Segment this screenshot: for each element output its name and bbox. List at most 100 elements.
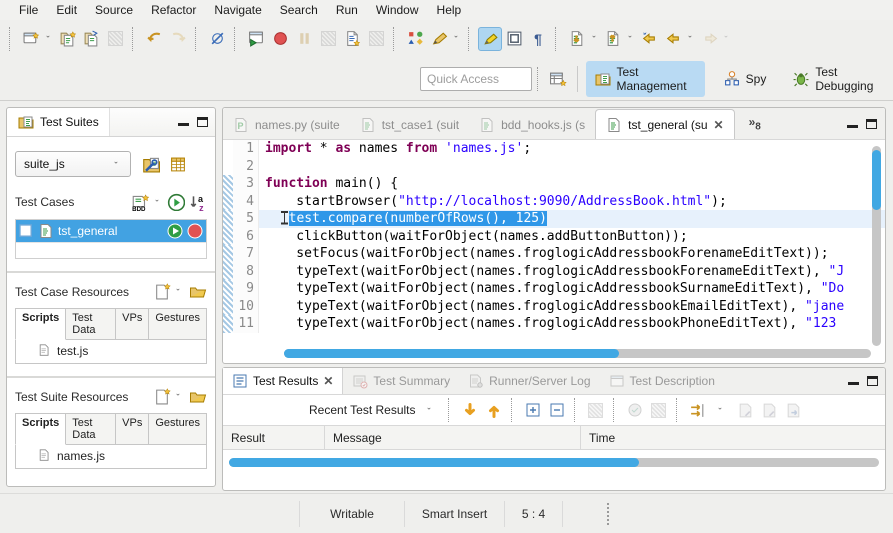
test-case-row-tst-general[interactable]: tst_general — [16, 220, 206, 242]
run-all-test-cases-icon[interactable] — [167, 193, 185, 211]
menu-edit[interactable]: Edit — [47, 1, 86, 19]
open-folder-icon[interactable] — [188, 284, 207, 300]
code-line-9[interactable]: 9 typeText(waitForObject(names.froglogic… — [223, 280, 885, 298]
object-map-button[interactable] — [403, 27, 427, 51]
resource-tab-vps[interactable]: VPs — [116, 413, 149, 445]
import-resource-button[interactable] — [565, 27, 589, 51]
resource-tab-gestures[interactable]: Gestures — [149, 308, 207, 340]
highlight-toggle-button[interactable] — [478, 27, 502, 51]
expand-all-icon[interactable] — [521, 398, 545, 422]
menu-source[interactable]: Source — [86, 1, 142, 19]
menu-search[interactable]: Search — [271, 1, 327, 19]
code-line-8[interactable]: 8 typeText(waitForObject(names.froglogic… — [223, 263, 885, 281]
recent-test-results-dropdown[interactable]: Recent Test Results — [309, 403, 416, 417]
vertical-scrollbar[interactable] — [872, 146, 881, 346]
editor-tab-bdd_hooks.js[interactable]: bdd_hooks.js (s — [469, 111, 595, 139]
minimize-icon[interactable] — [847, 119, 858, 128]
chevron-down-icon[interactable] — [175, 393, 184, 400]
results-tab-test-results[interactable]: Test Results✕ — [223, 368, 343, 394]
horizontal-scrollbar[interactable] — [284, 349, 871, 358]
maximize-icon[interactable] — [867, 376, 878, 386]
code-line-4[interactable]: 4 startBrowser("http://localhost:9090/Ad… — [223, 193, 885, 211]
results-tab-runner-server-log[interactable]: Runner/Server Log — [459, 368, 599, 394]
chevron-down-icon[interactable] — [43, 27, 55, 51]
record-test-case-icon[interactable] — [187, 223, 203, 239]
code-line-1[interactable]: 1import * as names from 'names.js'; — [223, 140, 885, 158]
back-button[interactable] — [661, 27, 685, 51]
new-bdd-test-case-icon[interactable]: BDD — [130, 193, 150, 211]
resource-tab-vps[interactable]: VPs — [116, 308, 149, 340]
resource-tab-scripts[interactable]: Scripts — [15, 308, 66, 340]
chevron-down-icon[interactable] — [625, 27, 637, 51]
code-line-7[interactable]: 7 setFocus(waitForObject(names.froglogic… — [223, 245, 885, 263]
perspective-test-management[interactable]: Test Management — [586, 61, 705, 97]
show-block-button[interactable] — [502, 27, 526, 51]
code-editor[interactable]: 1import * as names from 'names.js';23fun… — [223, 140, 885, 364]
test-case-resource-file[interactable]: test.js — [15, 340, 207, 364]
results-tab-test-description[interactable]: Test Description — [600, 368, 724, 394]
next-result-icon[interactable] — [458, 398, 482, 422]
run-test-case-icon[interactable] — [167, 223, 183, 239]
chevron-down-icon[interactable] — [589, 27, 601, 51]
code-line-5[interactable]: 5 test.compare(numberOfRows(), 125) — [223, 210, 885, 228]
export-resource-button[interactable] — [601, 27, 625, 51]
code-line-10[interactable]: 10 typeText(waitForObject(names.froglogi… — [223, 298, 885, 316]
quick-access-input[interactable] — [420, 67, 532, 91]
copy-test-case-button[interactable] — [79, 27, 103, 51]
new-resource-icon[interactable] — [153, 388, 171, 405]
menu-window[interactable]: Window — [367, 1, 428, 19]
resource-tab-scripts[interactable]: Scripts — [15, 413, 66, 445]
menu-refactor[interactable]: Refactor — [142, 1, 205, 19]
code-line-2[interactable]: 2 — [223, 158, 885, 176]
new-resource-icon[interactable] — [153, 283, 171, 300]
perspective-test-debugging[interactable]: Test Debugging — [784, 61, 893, 97]
chevron-down-icon[interactable] — [175, 288, 184, 295]
editor-tab-tst_general[interactable]: tst_general (su✕ — [595, 109, 734, 139]
column-header-time[interactable]: Time — [581, 426, 885, 449]
filter-icon[interactable] — [686, 398, 710, 422]
new-test-suite-button[interactable] — [19, 27, 43, 51]
close-icon[interactable]: ✕ — [714, 118, 724, 132]
suite-settings-icon[interactable] — [141, 155, 160, 173]
resource-tab-gestures[interactable]: Gestures — [149, 413, 207, 445]
results-horizontal-scrollbar[interactable] — [229, 458, 879, 467]
menu-navigate[interactable]: Navigate — [205, 1, 270, 19]
prev-result-icon[interactable] — [482, 398, 506, 422]
code-line-11[interactable]: 11 typeText(waitForObject(names.froglogi… — [223, 315, 885, 333]
editor-tab-tst_case1[interactable]: tst_case1 (suit — [350, 111, 469, 139]
column-header-message[interactable]: Message — [325, 426, 581, 449]
menu-file[interactable]: File — [10, 1, 47, 19]
maximize-icon[interactable] — [866, 119, 877, 129]
column-header-result[interactable]: Result — [223, 426, 325, 449]
chevron-down-icon[interactable] — [685, 27, 697, 51]
minimize-icon[interactable] — [178, 117, 189, 126]
collapse-all-icon[interactable] — [545, 398, 569, 422]
spy-pen-button[interactable] — [427, 27, 451, 51]
test-suite-resource-file[interactable]: names.js — [15, 445, 207, 469]
menu-run[interactable]: Run — [327, 1, 367, 19]
menu-help[interactable]: Help — [428, 1, 471, 19]
undo-button[interactable] — [142, 27, 166, 51]
show-whitespace-button[interactable]: ¶ — [526, 27, 550, 51]
code-line-6[interactable]: 6 clickButton(waitForObject(names.addBut… — [223, 228, 885, 246]
maximize-icon[interactable] — [197, 117, 208, 127]
open-folder-icon[interactable] — [188, 389, 207, 405]
back-to-last-edit-button[interactable] — [637, 27, 661, 51]
more-editors-button[interactable]: »8 — [749, 115, 761, 132]
new-test-case-button[interactable] — [55, 27, 79, 51]
pick-object-button[interactable] — [205, 27, 229, 51]
object-map-editor-icon[interactable] — [169, 155, 187, 173]
resource-tab-test-data[interactable]: Test Data — [66, 308, 116, 340]
tab-test-suites[interactable]: Test Suites — [7, 108, 110, 136]
suite-select[interactable]: suite_js — [15, 151, 131, 177]
chevron-down-icon[interactable] — [154, 199, 163, 206]
editor-tab-names.py[interactable]: Pnames.py (suite — [223, 111, 350, 139]
minimize-icon[interactable] — [848, 376, 859, 385]
checkbox[interactable] — [19, 224, 34, 239]
perspective-spy[interactable]: Spy — [715, 66, 775, 91]
chevron-down-icon[interactable] — [721, 27, 733, 51]
resource-tab-test-data[interactable]: Test Data — [66, 413, 116, 445]
chevron-down-icon[interactable] — [419, 398, 443, 422]
close-icon[interactable]: ✕ — [323, 374, 333, 388]
results-tab-test-summary[interactable]: Test Summary — [343, 368, 459, 394]
